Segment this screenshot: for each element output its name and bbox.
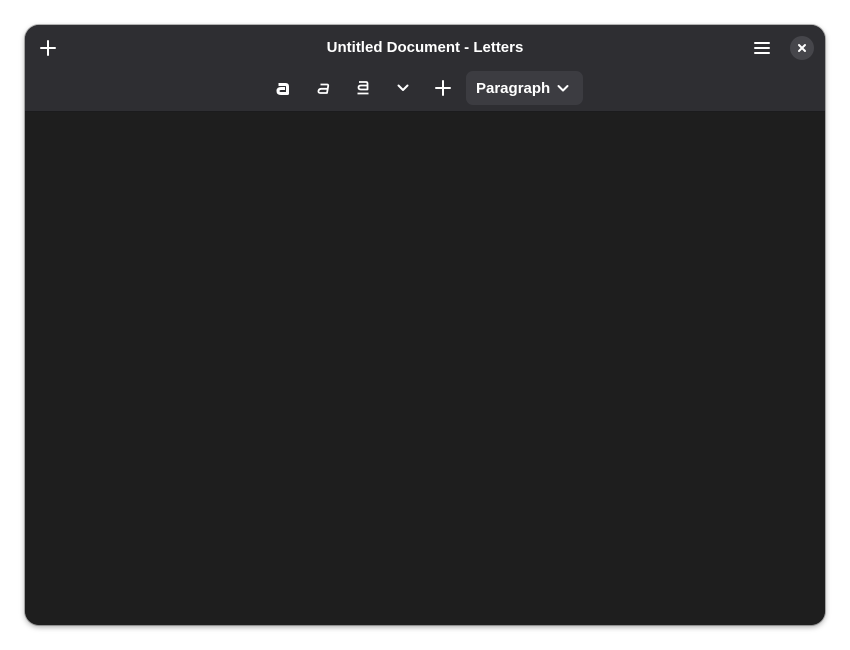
main-menu-button[interactable] [747, 33, 777, 63]
plus-icon [435, 80, 451, 96]
document-editor[interactable] [25, 112, 825, 625]
more-formatting-button[interactable] [386, 71, 420, 105]
italic-icon [316, 81, 330, 95]
italic-button[interactable] [306, 71, 340, 105]
close-icon [797, 43, 807, 53]
window-title: Untitled Document - Letters [326, 39, 524, 56]
paragraph-style-dropdown[interactable]: Paragraph [466, 71, 583, 105]
bold-icon [276, 81, 290, 95]
formatting-toolbar: Paragraph [25, 71, 825, 105]
paragraph-style-label: Paragraph [476, 79, 551, 97]
underline-icon [356, 80, 370, 96]
chevron-down-icon [397, 84, 409, 92]
hamburger-menu-icon [754, 41, 770, 55]
headerbar: Untitled Document - Letters Paragraph [25, 25, 825, 112]
chevron-down-icon [557, 81, 569, 95]
insert-button[interactable] [426, 71, 460, 105]
app-window: Untitled Document - Letters Paragraph [25, 25, 825, 625]
close-window-button[interactable] [790, 36, 814, 60]
underline-button[interactable] [346, 71, 380, 105]
bold-button[interactable] [266, 71, 300, 105]
